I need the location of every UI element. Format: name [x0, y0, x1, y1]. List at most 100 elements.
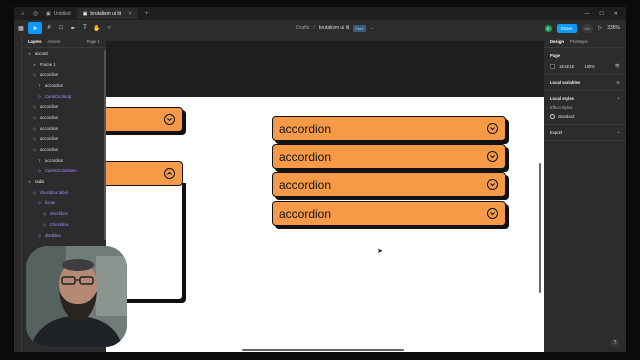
- main-menu-icon[interactable]: ▦: [16, 22, 26, 34]
- effect-style-item[interactable]: standard: [550, 114, 620, 119]
- layer-row[interactable]: ◇ CaretCircleUp: [22, 91, 106, 102]
- caret-circle-down-icon[interactable]: [487, 179, 498, 190]
- layer-type-icon: ◇: [32, 189, 37, 195]
- file-name[interactable]: brutalism ui lit: [319, 25, 350, 31]
- tab-layers[interactable]: Layers: [28, 39, 42, 44]
- tab-design[interactable]: Design: [550, 39, 564, 44]
- tab-untitled-label: Untitled: [53, 10, 71, 17]
- tab-brutalism[interactable]: ▣ brutalism ui lit ✕: [76, 8, 139, 19]
- layer-label: focus: [45, 200, 56, 206]
- caret-circle-down-icon[interactable]: [164, 114, 175, 125]
- ruler-tick: ·: [280, 36, 281, 41]
- local-variables-label[interactable]: Local variables: [550, 80, 620, 85]
- accordion-partial-collapsed[interactable]: [106, 107, 183, 132]
- layer-row[interactable]: ◇ accordion: [22, 112, 106, 123]
- tab-assets[interactable]: Assets: [48, 39, 61, 44]
- layer-row[interactable]: ◇ accordion: [22, 101, 106, 112]
- color-swatch[interactable]: [550, 63, 555, 69]
- layer-type-icon: ◇: [32, 136, 37, 142]
- variables-settings-icon[interactable]: ⚙: [616, 80, 620, 85]
- hand-tool-icon[interactable]: ✋: [92, 22, 102, 34]
- home-icon[interactable]: ⌂: [18, 9, 27, 18]
- canvas[interactable]: · · · · · · · · · · · · · · · · · · accordion accor: [106, 36, 544, 352]
- layer-row[interactable]: ◇ accordion: [22, 69, 106, 80]
- horizontal-scrollbar[interactable]: [242, 349, 404, 351]
- dev-mode-toggle[interactable]: </>: [581, 23, 594, 33]
- caret-circle-down-icon[interactable]: [487, 151, 498, 162]
- layer-label: Checkbox: [50, 221, 69, 227]
- breadcrumb-drafts[interactable]: Drafts: [296, 25, 309, 31]
- close-tab-icon[interactable]: ✕: [128, 11, 132, 17]
- export-label[interactable]: Export: [550, 130, 620, 135]
- eye-icon[interactable]: 👁: [615, 63, 620, 69]
- layer-row[interactable]: # radio: [22, 176, 106, 187]
- comment-tool-icon[interactable]: ○: [104, 22, 114, 34]
- figma-menu-icon[interactable]: ◎: [31, 9, 40, 18]
- layer-row[interactable]: ◇ Checkbox: [22, 219, 106, 230]
- accordion-item[interactable]: accordion: [272, 116, 506, 141]
- layer-row[interactable]: ◇ focus: [22, 198, 106, 209]
- layer-row[interactable]: ◇ accordion: [22, 134, 106, 145]
- layer-row[interactable]: ◇ CaretCircleDown: [22, 166, 106, 177]
- caret-circle-up-icon[interactable]: [164, 168, 175, 179]
- accordion-item[interactable]: accordion: [272, 172, 506, 197]
- webcam-overlay: [26, 246, 127, 347]
- help-button[interactable]: ?: [611, 339, 619, 347]
- page-selector[interactable]: Page 1: [87, 39, 100, 44]
- layer-list: # accord # Frame 1 ◇ accordion Taccordion ◇ Care…: [22, 48, 106, 240]
- chevron-down-icon[interactable]: ⌄: [370, 25, 374, 31]
- avatar[interactable]: E: [544, 24, 552, 32]
- page-color-row[interactable]: 1E1E1E 100% 👁: [550, 63, 620, 69]
- export-section[interactable]: Export +: [544, 125, 626, 141]
- text-tool-icon[interactable]: T: [80, 22, 90, 34]
- tab-prototype[interactable]: Prototype: [570, 39, 588, 44]
- mouse-cursor-icon: ➤: [377, 248, 383, 255]
- layer-row[interactable]: # accord: [22, 48, 106, 59]
- frame-tool-icon[interactable]: #: [44, 22, 54, 34]
- accordion-item[interactable]: accordion: [272, 144, 506, 169]
- maximize-button[interactable]: ☐: [599, 11, 603, 17]
- local-variables-section[interactable]: Local variables ⚙: [544, 75, 626, 91]
- layer-row[interactable]: ◇ checkbox label: [22, 187, 106, 198]
- zoom-level[interactable]: 335%: [607, 25, 620, 31]
- layer-row[interactable]: # Frame 1: [22, 59, 106, 70]
- add-style-icon[interactable]: +: [618, 96, 620, 101]
- close-window-button[interactable]: ✕: [614, 11, 618, 17]
- layer-label: accordion: [40, 114, 59, 120]
- ruler-tick: ·: [232, 36, 233, 41]
- accordion-item[interactable]: accordion: [272, 201, 506, 226]
- frame-1[interactable]: accordion accordion accordion accordion …: [106, 97, 544, 352]
- design-panel: Design Prototype Page 1E1E1E 100% 👁 Loca…: [544, 36, 626, 352]
- layer-row[interactable]: ◇ accordion: [22, 144, 106, 155]
- page-opacity-value[interactable]: 100%: [584, 64, 595, 69]
- file-icon: ▣: [46, 10, 51, 17]
- share-button[interactable]: Share: [556, 23, 577, 33]
- page-section: Page 1E1E1E 100% 👁: [544, 48, 626, 75]
- tab-untitled[interactable]: ▣ Untitled: [40, 8, 77, 19]
- ruler-tick: ·: [496, 36, 497, 41]
- layer-row[interactable]: Taccordion: [22, 155, 106, 166]
- layer-label: checkbox label: [40, 189, 68, 195]
- add-export-icon[interactable]: +: [618, 130, 620, 135]
- shape-tool-icon[interactable]: □: [56, 22, 66, 34]
- page-color-value[interactable]: 1E1E1E: [559, 64, 574, 69]
- caret-circle-down-icon[interactable]: [487, 208, 498, 219]
- minimize-button[interactable]: —: [584, 11, 589, 17]
- effect-style-name: standard: [558, 114, 575, 119]
- present-icon[interactable]: ▷: [598, 25, 602, 31]
- layer-row[interactable]: ◇ disabled: [22, 230, 106, 241]
- layer-row[interactable]: ◇ checkbox: [22, 208, 106, 219]
- caret-circle-down-icon[interactable]: [487, 123, 498, 134]
- ruler-tick: ·: [472, 36, 473, 41]
- new-tab-button[interactable]: +: [142, 9, 151, 18]
- window-controls: — ☐ ✕: [584, 11, 626, 17]
- vertical-scrollbar[interactable]: [539, 163, 541, 293]
- pen-tool-icon[interactable]: ✒: [68, 22, 78, 34]
- layer-row[interactable]: ◇ accordion: [22, 123, 106, 134]
- layer-row[interactable]: Taccordion: [22, 80, 106, 91]
- accordion-partial-open[interactable]: [106, 161, 183, 186]
- plan-badge: Free: [353, 24, 366, 32]
- layer-type-icon: ◇: [42, 221, 47, 227]
- move-tool-icon[interactable]: ➤: [28, 22, 42, 34]
- accordion-label: accordion: [279, 206, 332, 221]
